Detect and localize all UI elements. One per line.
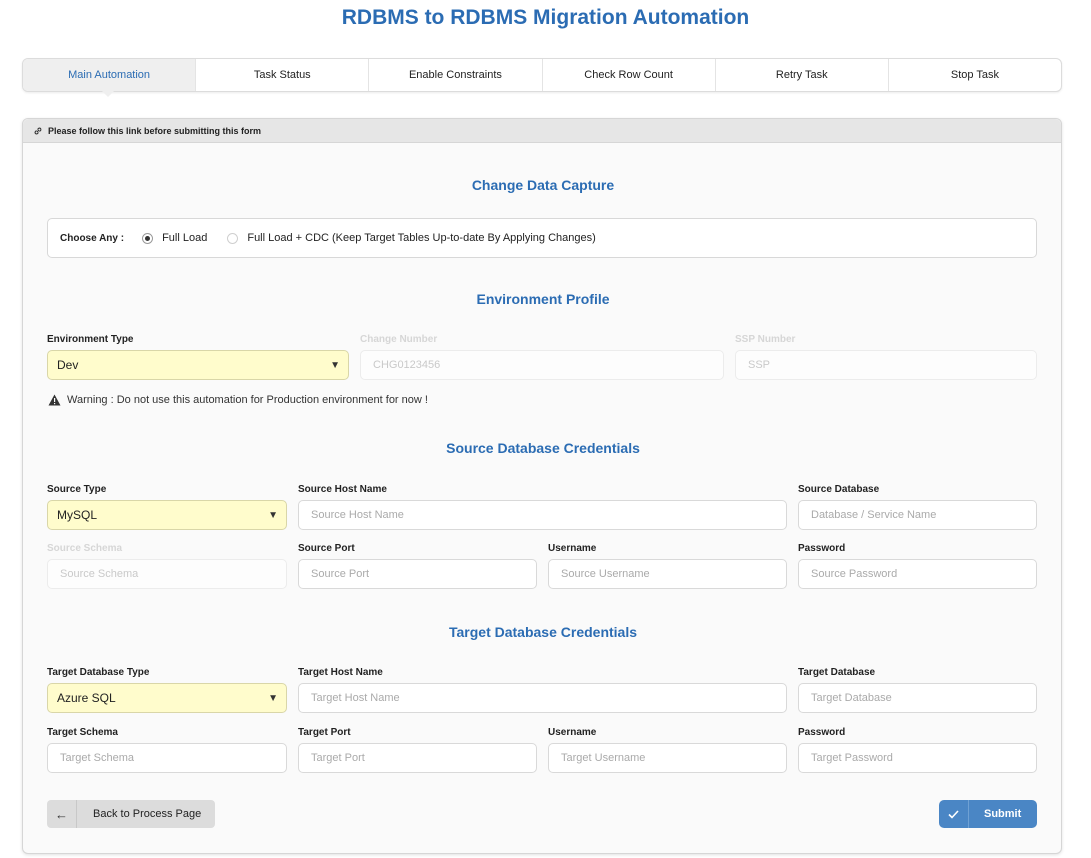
target-username-label: Username	[548, 727, 597, 738]
panel-header-link[interactable]: Please follow this link before submittin…	[48, 126, 261, 136]
page-title: RDBMS to RDBMS Migration Automation	[341, 6, 750, 29]
cdc-section-title: Change Data Capture	[471, 177, 615, 193]
back-button-label: Back to Process Page	[93, 808, 202, 820]
ssp-number-input[interactable]: SSP	[735, 350, 1037, 380]
target-username-input[interactable]: Target Username	[548, 743, 787, 773]
submit-button[interactable]: Submit	[939, 800, 1037, 828]
source-password-input[interactable]: Source Password	[798, 559, 1037, 589]
choose-any-label: Choose Any :	[60, 232, 125, 244]
cdc-radio-group: Choose Any : Full Load Full Load + CDC (…	[47, 218, 1037, 258]
panel-header: Please follow this link before submittin…	[23, 119, 1061, 143]
submit-button-label: Submit	[984, 808, 1022, 820]
source-section-title: Source Database Credentials	[446, 440, 640, 456]
source-username-label: Username	[548, 543, 597, 554]
tab-main-automation[interactable]: Main Automation	[23, 59, 197, 91]
chevron-down-icon: ▼	[268, 509, 278, 521]
form-panel: Please follow this link before submittin…	[22, 118, 1062, 854]
target-host-label: Target Host Name	[298, 667, 383, 678]
env-warning: Warning : Do not use this automation for…	[48, 394, 428, 406]
tab-check-row-count[interactable]: Check Row Count	[543, 59, 716, 91]
target-type-label: Target Database Type	[47, 667, 150, 678]
target-type-value: Azure SQL	[57, 691, 116, 705]
target-password-input[interactable]: Target Password	[798, 743, 1037, 773]
target-port-input[interactable]: Target Port	[298, 743, 537, 773]
target-schema-label: Target Schema	[47, 727, 118, 738]
ssp-number-label: SSP Number	[735, 334, 796, 345]
change-number-label: Change Number	[360, 334, 438, 345]
check-icon	[939, 800, 969, 828]
source-type-select[interactable]: MySQL ▼	[47, 500, 287, 530]
source-db-input[interactable]: Database / Service Name	[798, 500, 1037, 530]
radio-full-load-dot[interactable]	[142, 232, 154, 244]
chevron-down-icon: ▼	[330, 359, 340, 371]
target-db-label: Target Database	[798, 667, 876, 678]
target-port-label: Target Port	[298, 727, 351, 738]
source-schema-label: Source Schema	[47, 543, 123, 554]
target-password-label: Password	[798, 727, 846, 738]
env-type-select[interactable]: Dev ▼	[47, 350, 349, 380]
source-password-label: Password	[798, 543, 846, 554]
target-db-input[interactable]: Target Database	[798, 683, 1037, 713]
target-host-input[interactable]: Target Host Name	[298, 683, 787, 713]
tab-enable-constraints[interactable]: Enable Constraints	[369, 59, 543, 91]
chevron-down-icon: ▼	[268, 692, 278, 704]
env-section-title: Environment Profile	[476, 291, 610, 307]
target-schema-input[interactable]: Target Schema	[47, 743, 287, 773]
radio-full-load-label: Full Load	[162, 232, 208, 244]
change-number-input[interactable]: CHG0123456	[360, 350, 724, 380]
tab-bar: Main Automation Task Status Enable Const…	[22, 58, 1062, 92]
source-type-value: MySQL	[57, 508, 98, 522]
radio-full-load-cdc-dot[interactable]	[227, 232, 239, 244]
target-type-select[interactable]: Azure SQL ▼	[47, 683, 287, 713]
back-to-process-button[interactable]: ← Back to Process Page	[47, 800, 215, 828]
tab-retry-task[interactable]: Retry Task	[716, 59, 889, 91]
radio-full-load-cdc[interactable]: Full Load + CDC (Keep Target Tables Up-t…	[227, 232, 596, 244]
source-type-label: Source Type	[47, 484, 107, 495]
radio-full-load[interactable]: Full Load	[142, 232, 207, 244]
tab-stop-task[interactable]: Stop Task	[889, 59, 1061, 91]
env-type-value: Dev	[57, 358, 79, 372]
warning-text: Warning : Do not use this automation for…	[67, 394, 428, 406]
arrow-left-icon: ←	[47, 800, 77, 828]
source-host-label: Source Host Name	[298, 484, 387, 495]
active-tab-pointer	[102, 91, 114, 97]
link-icon	[34, 127, 42, 134]
source-db-label: Source Database	[798, 484, 880, 495]
target-section-title: Target Database Credentials	[448, 624, 638, 640]
source-username-input[interactable]: Source Username	[548, 559, 787, 589]
warning-icon	[48, 394, 61, 406]
tab-task-status[interactable]: Task Status	[196, 59, 370, 91]
source-port-input[interactable]: Source Port	[298, 559, 537, 589]
env-type-label: Environment Type	[47, 334, 134, 345]
source-host-input[interactable]: Source Host Name	[298, 500, 787, 530]
source-port-label: Source Port	[298, 543, 355, 554]
radio-full-load-cdc-label: Full Load + CDC (Keep Target Tables Up-t…	[247, 232, 596, 244]
source-schema-input[interactable]: Source Schema	[47, 559, 287, 589]
